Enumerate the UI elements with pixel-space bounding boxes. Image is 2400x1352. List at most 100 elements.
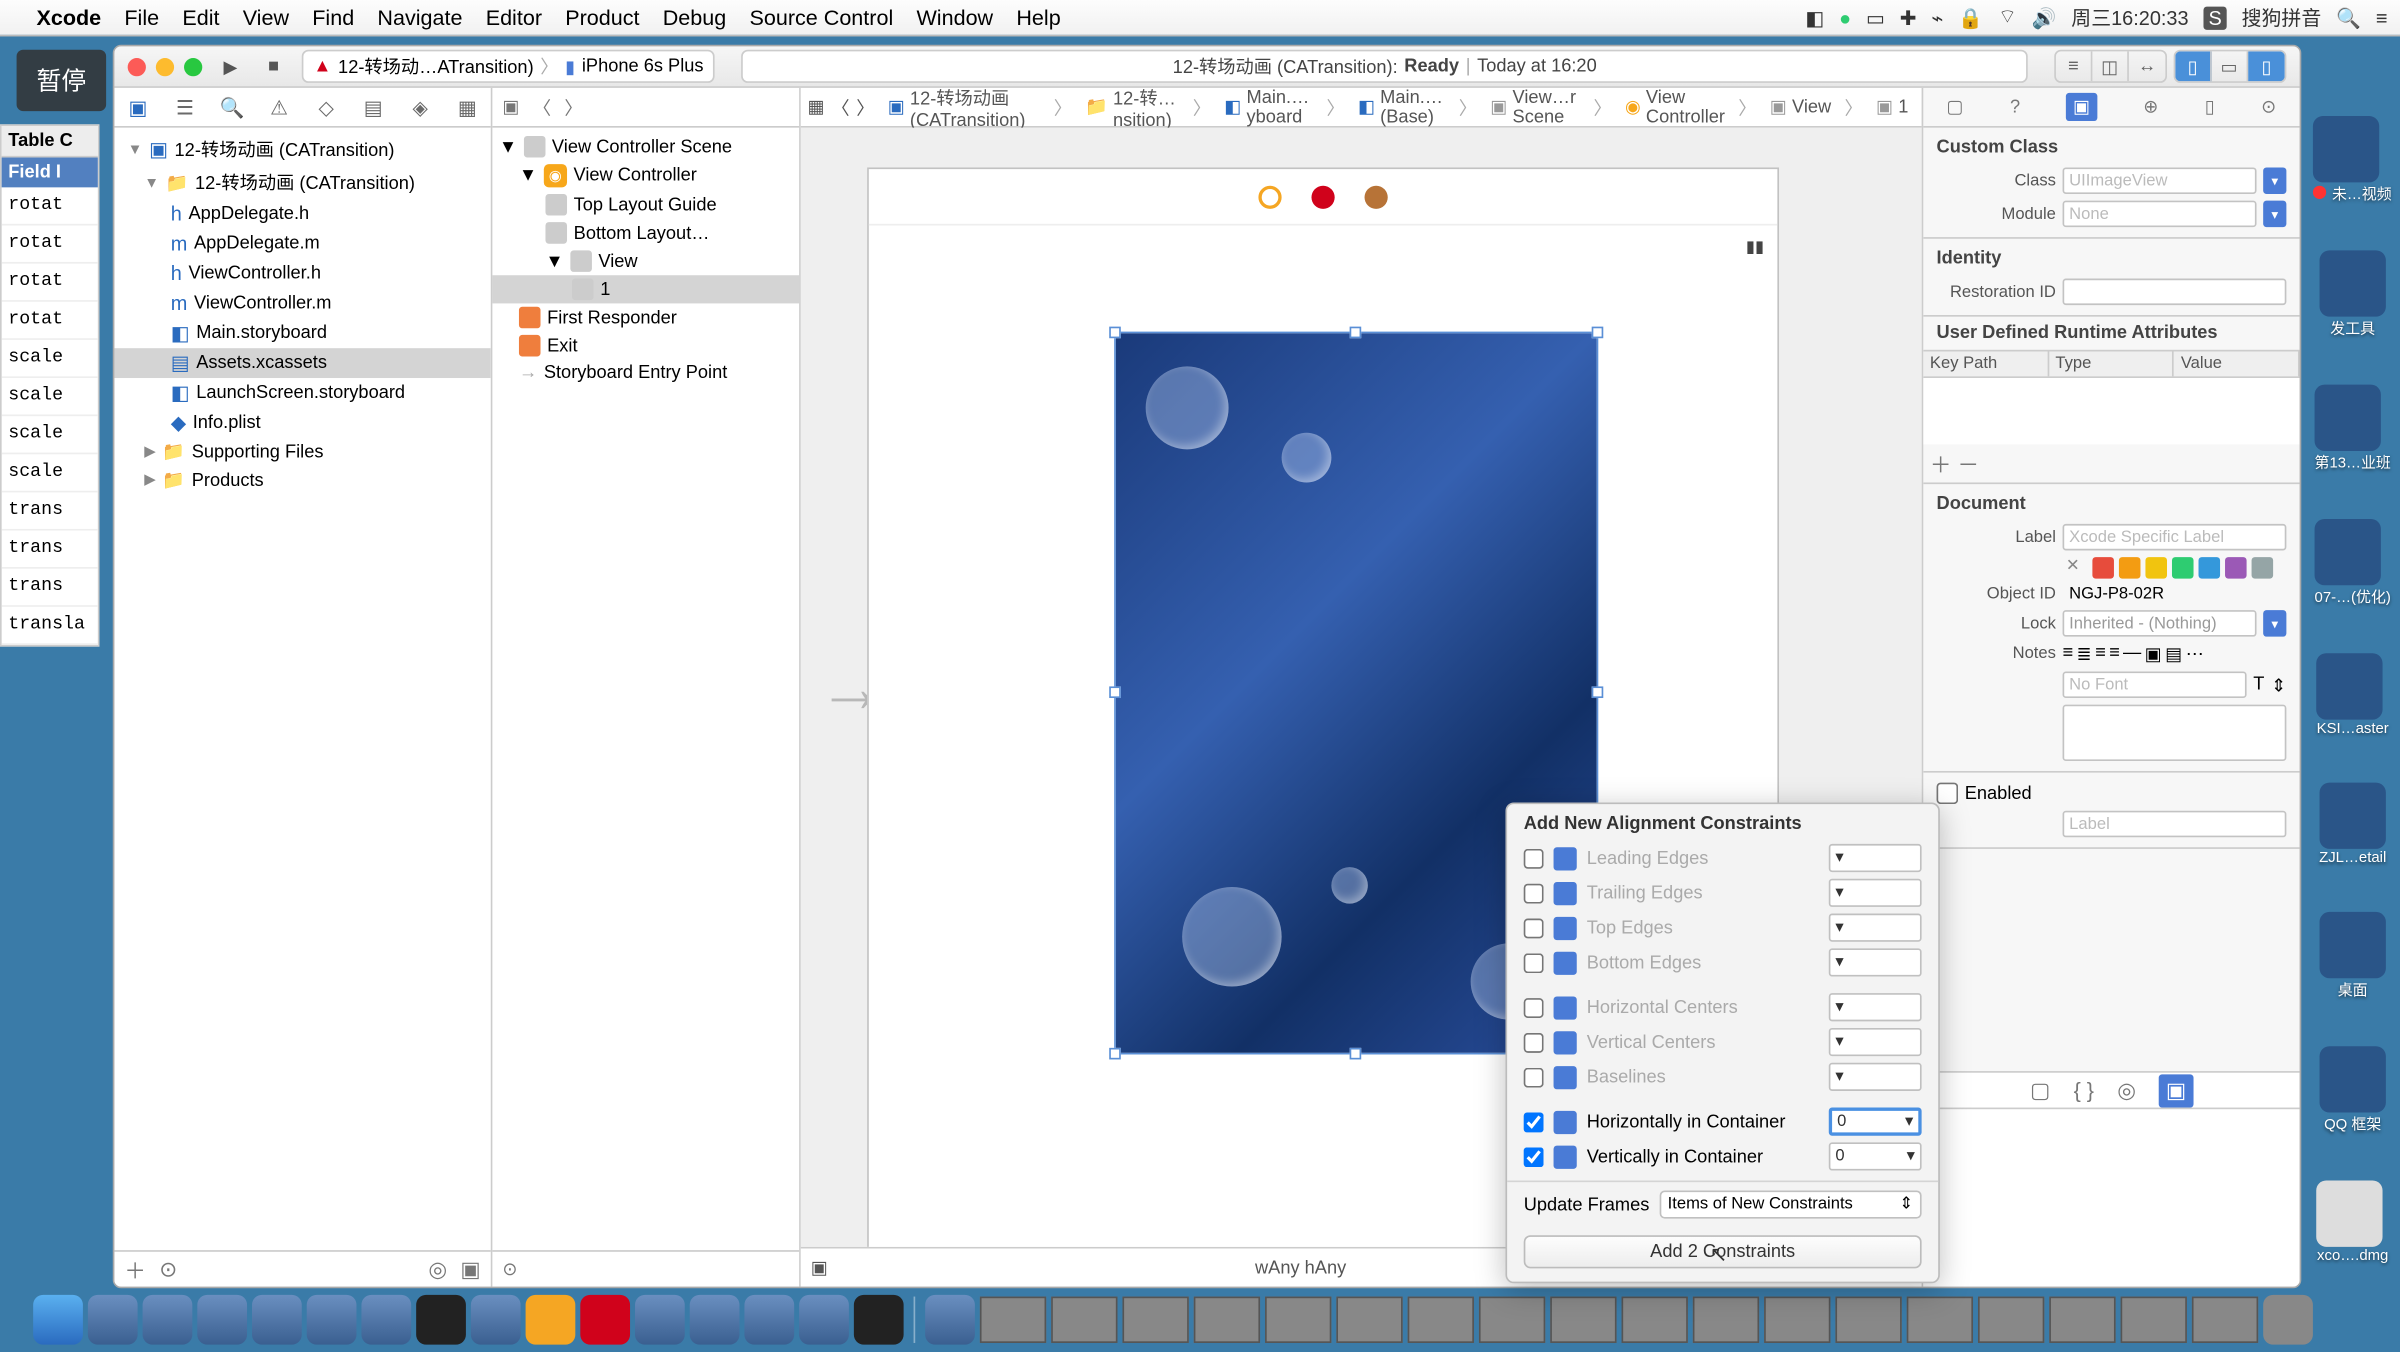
wifi-icon[interactable]: ⌔	[1998, 5, 2017, 30]
outline-item[interactable]: Bottom Layout…	[492, 219, 799, 247]
dock-app-sketch[interactable]	[526, 1295, 576, 1345]
desktop-folder-icon[interactable]	[2320, 912, 2386, 978]
identity-inspector-tab[interactable]: ▣	[2066, 93, 2097, 121]
dropdown-icon[interactable]: ▾	[2263, 610, 2286, 637]
dock-minimized-window[interactable]	[1265, 1297, 1331, 1343]
add-constraints-button[interactable]: Add 2 Constraints ↖	[1524, 1235, 1922, 1268]
debug-navigator-tab[interactable]: ▤	[350, 95, 397, 118]
vc-icon[interactable]	[1258, 185, 1281, 208]
menu-view[interactable]: View	[243, 5, 289, 30]
notes-textarea[interactable]	[2063, 705, 2287, 761]
constraint-value-focused[interactable]: 0▾	[1829, 1108, 1922, 1136]
menubar-icon[interactable]: ✚	[1900, 6, 1917, 29]
ime-icon[interactable]: S	[2203, 6, 2226, 29]
constraint-checkbox[interactable]	[1524, 848, 1544, 868]
module-field[interactable]: None	[2063, 201, 2257, 228]
constraint-value[interactable]: ▾	[1829, 948, 1922, 976]
filter-button[interactable]: ⊙	[159, 1256, 177, 1283]
outline-fwd-icon[interactable]: 〉	[564, 94, 582, 121]
acc-label-field[interactable]: Label	[2063, 811, 2287, 838]
menu-window[interactable]: Window	[916, 5, 993, 30]
tree-file[interactable]: hAppDelegate.h	[114, 199, 490, 229]
outline-viewcontroller[interactable]: ▼◉View Controller	[492, 161, 799, 191]
outline-item[interactable]: First Responder	[492, 303, 799, 331]
constraint-value[interactable]: ▾	[1829, 879, 1922, 907]
dock-app[interactable]	[88, 1295, 138, 1345]
stop-button[interactable]: ■	[259, 51, 289, 81]
dock-minimized-window[interactable]	[2192, 1297, 2258, 1343]
constraint-checkbox[interactable]	[1524, 997, 1544, 1017]
toggle-utilities-button[interactable]: ▯	[2248, 51, 2284, 81]
font-picker-icon[interactable]: T	[2253, 675, 2264, 695]
notes-fmt-icon[interactable]: ≡	[2063, 643, 2074, 665]
tree-file[interactable]: hViewController.h	[114, 259, 490, 289]
stepper-icon[interactable]: ⇕	[2271, 674, 2286, 696]
font-field[interactable]: No Font	[2063, 671, 2247, 698]
lock-icon[interactable]: 🔒	[1958, 6, 1983, 29]
menu-help[interactable]: Help	[1016, 5, 1060, 30]
constraint-value[interactable]: ▾	[1829, 844, 1922, 872]
dock-minimized-window[interactable]	[1764, 1297, 1830, 1343]
constraint-checkbox[interactable]	[1524, 1032, 1544, 1052]
file-inspector-tab[interactable]: ▢	[1946, 96, 1963, 118]
find-navigator-tab[interactable]: 🔍	[208, 95, 255, 118]
test-navigator-tab[interactable]: ◇	[303, 95, 350, 118]
attributes-inspector-tab[interactable]: ⊕	[2143, 96, 2158, 118]
add-button[interactable]: ＋	[124, 1253, 146, 1285]
dock-app-finder[interactable]	[33, 1295, 83, 1345]
report-navigator-tab[interactable]: ▦	[444, 95, 491, 118]
tree-file[interactable]: ◆Info.plist	[114, 408, 490, 438]
exit-icon[interactable]	[1365, 185, 1388, 208]
constraint-value[interactable]: ▾	[1829, 914, 1922, 942]
constraint-row[interactable]: Baselines▾	[1507, 1059, 1938, 1094]
fwd-icon[interactable]: 〉	[856, 94, 874, 121]
desktop-folder-icon[interactable]	[2315, 385, 2381, 451]
editor-standard-button[interactable]: ≡	[2056, 51, 2092, 81]
restoration-id-field[interactable]	[2063, 279, 2287, 306]
constraint-row[interactable]: Horizontally in Container0▾	[1507, 1104, 1938, 1139]
notes-fmt-icon[interactable]: ⋯	[2186, 643, 2204, 665]
dock-app[interactable]	[197, 1295, 247, 1345]
jump-bar[interactable]: ▦ 〈 〉 ▣12-转场动画 (CATransition)〉 📁12-转…nsi…	[801, 88, 1922, 128]
menu-find[interactable]: Find	[312, 5, 354, 30]
constraint-row[interactable]: Leading Edges▾	[1507, 841, 1938, 876]
desktop-folder-icon[interactable]	[2315, 519, 2381, 585]
menubar-icon[interactable]: ◧	[1805, 6, 1824, 29]
dock-minimized-window[interactable]	[1051, 1297, 1117, 1343]
dock-minimized-window[interactable]	[1978, 1297, 2044, 1343]
lib-tab-icon[interactable]: ◎	[2117, 1077, 2136, 1104]
bluetooth-icon[interactable]: ⌁	[1931, 6, 1943, 29]
menubar-icon[interactable]: ▭	[1866, 6, 1885, 29]
dock-app[interactable]	[854, 1295, 904, 1345]
notes-fmt-icon[interactable]: ≣	[2077, 643, 2092, 665]
notes-fmt-icon[interactable]: ≡	[2095, 643, 2106, 665]
desktop-file-icon[interactable]	[2317, 1180, 2383, 1246]
tree-file-selected[interactable]: ▤Assets.xcassets	[114, 348, 490, 378]
dock-app-safari[interactable]	[143, 1295, 193, 1345]
constraint-row[interactable]: Vertically in Container0▾	[1507, 1139, 1938, 1174]
search-icon[interactable]: 🔍	[2336, 6, 2361, 29]
tree-file[interactable]: ◧LaunchScreen.storyboard	[114, 378, 490, 408]
scheme-selector[interactable]: ▲ 12-转场动…ATransition) 〉 ▮ iPhone 6s Plus	[302, 50, 715, 83]
zoom-window-button[interactable]	[184, 57, 202, 75]
dock-minimized-window[interactable]	[1835, 1297, 1901, 1343]
toggle-outline-icon[interactable]: ▣	[811, 1257, 828, 1279]
minimize-window-button[interactable]	[156, 57, 174, 75]
dock-minimized-window[interactable]	[1122, 1297, 1188, 1343]
desktop-folder-icon[interactable]	[2320, 250, 2386, 316]
dock-minimized-window[interactable]	[1336, 1297, 1402, 1343]
menubar-icon[interactable]: ●	[1839, 6, 1851, 29]
outline-item[interactable]: Exit	[492, 332, 799, 360]
outline-filter-icon[interactable]: ⊙	[502, 1258, 517, 1280]
notification-icon[interactable]: ≡	[2376, 6, 2388, 29]
related-items-icon[interactable]: ▦	[807, 96, 824, 118]
remove-attr-button[interactable]: －	[1958, 453, 1980, 478]
first-responder-icon[interactable]	[1311, 185, 1334, 208]
outline-item[interactable]: →Storyboard Entry Point	[492, 360, 799, 387]
run-button[interactable]: ▶	[216, 51, 246, 81]
toggle-navigator-button[interactable]: ▯	[2175, 51, 2211, 81]
dock-app-terminal[interactable]	[416, 1295, 466, 1345]
dock-app-settings[interactable]	[471, 1295, 521, 1345]
project-navigator-tab[interactable]: ▣	[114, 95, 161, 118]
dock-minimized-window[interactable]	[1550, 1297, 1616, 1343]
